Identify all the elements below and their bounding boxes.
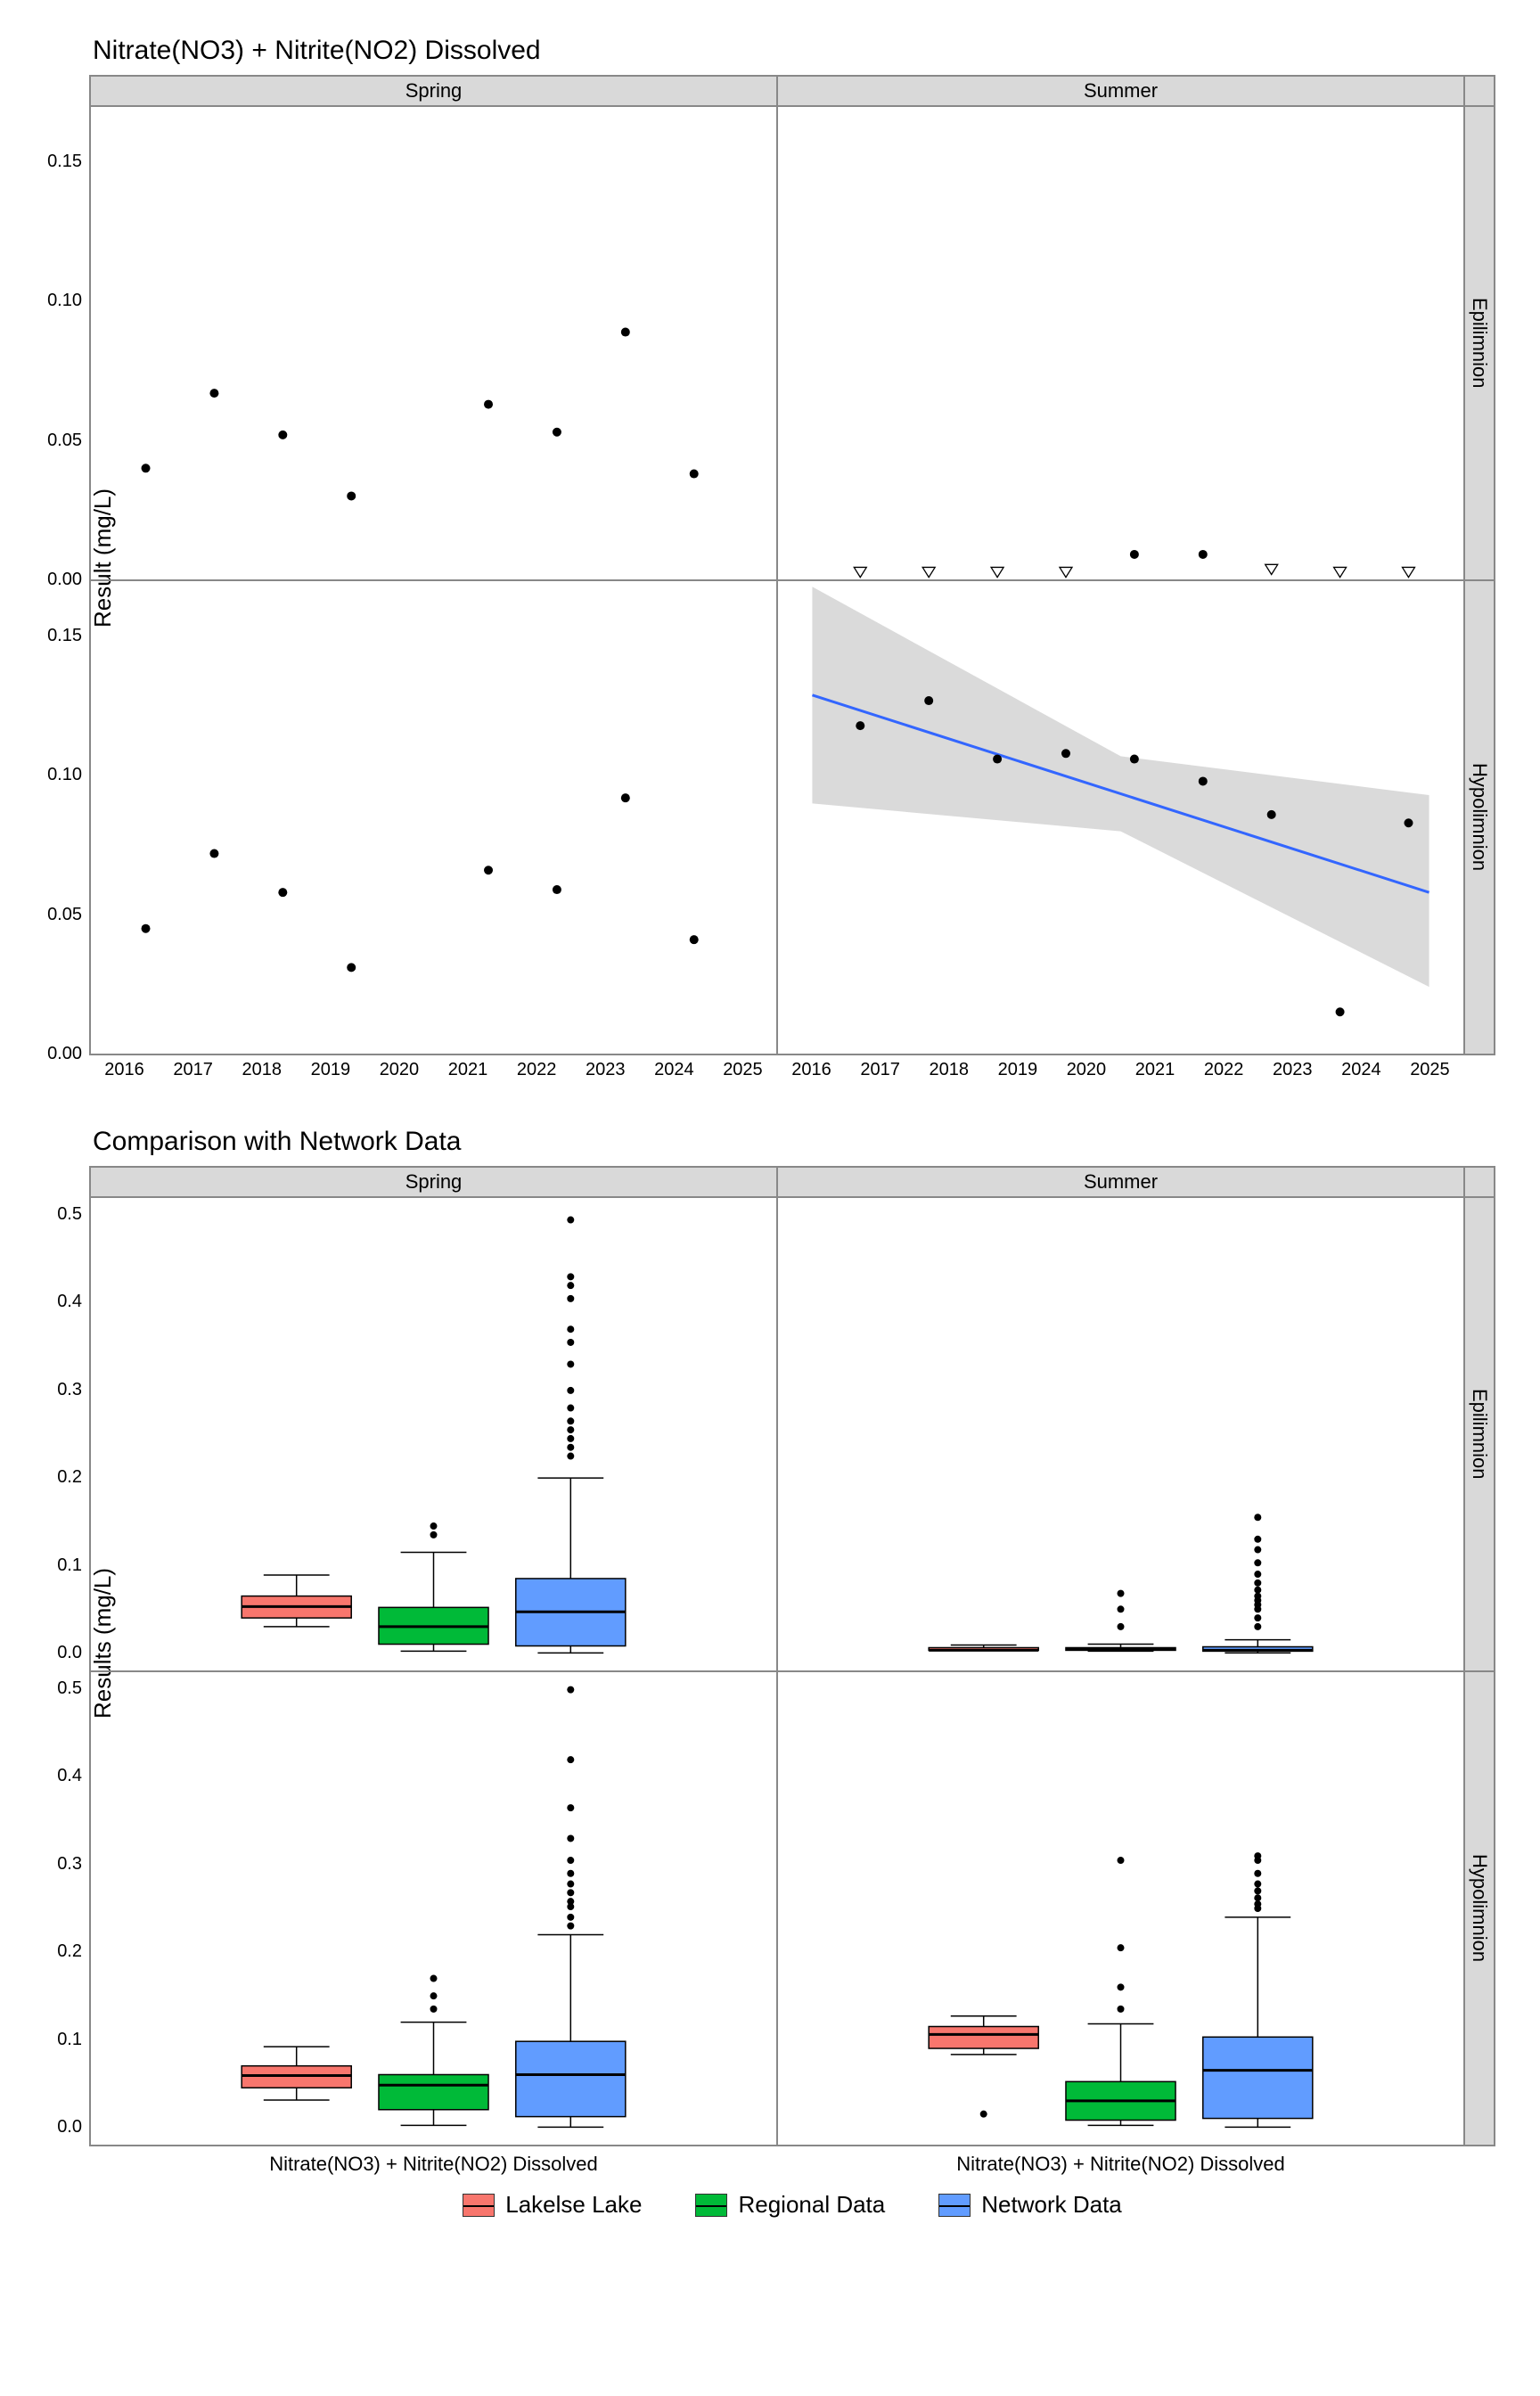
legend-item: Regional Data	[695, 2191, 885, 2219]
row-strip-epi-2: Epilimnion	[1464, 1197, 1495, 1671]
row-strip-epi: Epilimnion	[1464, 106, 1495, 580]
panel-summer-epi	[777, 106, 1464, 580]
legend-label: Regional Data	[738, 2191, 885, 2219]
legend-swatch	[938, 2194, 971, 2217]
boxpanel-spring-hypo	[90, 1671, 777, 2146]
panel-spring-epi	[90, 106, 777, 580]
legend-swatch	[463, 2194, 495, 2217]
col-strip-spring-2: Spring	[90, 1167, 777, 1197]
scatter-facet-grid: Spring Summer Epilimnion Hypolimnion 0.0…	[89, 75, 1495, 1055]
boxpanel-spring-epi	[90, 1197, 777, 1671]
scatter-title: Nitrate(NO3) + Nitrite(NO2) Dissolved	[93, 36, 1495, 66]
row-strip-hypo: Hypolimnion	[1464, 580, 1495, 1054]
legend-item: Lakelse Lake	[463, 2191, 642, 2219]
boxpanel-summer-epi	[777, 1197, 1464, 1671]
legend-label: Lakelse Lake	[505, 2191, 642, 2219]
row-strip-hypo-2: Hypolimnion	[1464, 1671, 1495, 2146]
boxplot-facet-grid: Spring Summer Epilimnion Hypolimnion 0.0…	[89, 1166, 1495, 2146]
figure: Nitrate(NO3) + Nitrite(NO2) Dissolved Re…	[0, 0, 1540, 2396]
col-strip-summer-2: Summer	[777, 1167, 1464, 1197]
col-strip-spring: Spring	[90, 76, 777, 106]
boxplot-title: Comparison with Network Data	[93, 1127, 1495, 1157]
legend-item: Network Data	[938, 2191, 1122, 2219]
legend: Lakelse Lake Regional Data Network Data	[89, 2191, 1495, 2219]
panel-summer-hypo	[777, 580, 1464, 1054]
legend-swatch	[695, 2194, 727, 2217]
col-strip-summer: Summer	[777, 76, 1464, 106]
boxpanel-summer-hypo	[777, 1671, 1464, 2146]
legend-label: Network Data	[981, 2191, 1122, 2219]
panel-spring-hypo	[90, 580, 777, 1054]
